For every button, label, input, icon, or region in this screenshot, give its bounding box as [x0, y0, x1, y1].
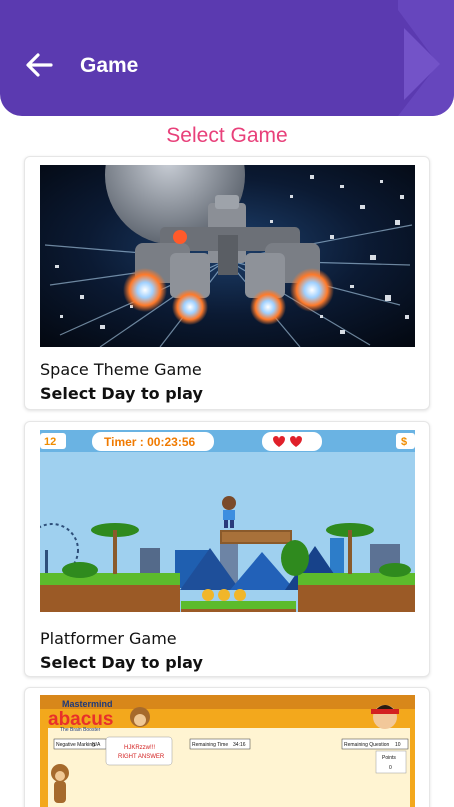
- chevron-decoration-icon: [398, 0, 454, 116]
- game-card-platformer[interactable]: 12 Timer : 00:23:56 $ Platformer Game Se…: [24, 421, 430, 677]
- bubble-line-1: HJKRzzw!!!: [124, 745, 155, 751]
- bubble-line-2: RIGHT ANSWER: [118, 754, 165, 760]
- brand-top-text: Mastermind: [62, 699, 113, 709]
- abacus-game-thumbnail: Mastermind abacus The Brain Booster Nega…: [40, 695, 415, 807]
- remaining-time-label: Remaining Time: [192, 742, 228, 748]
- brand-tag-text: The Brain Booster: [60, 727, 101, 733]
- space-game-thumbnail: [40, 165, 415, 347]
- game-card-space[interactable]: Space Theme Game Select Day to play: [24, 156, 430, 410]
- points-value: 0: [389, 765, 392, 771]
- app-header: Game: [0, 0, 454, 116]
- currency-text: $: [401, 436, 407, 448]
- score-text: 12: [44, 436, 56, 448]
- remaining-question-label: Remaining Question: [344, 742, 390, 748]
- platformer-game-thumbnail: 12 Timer : 00:23:56 $: [40, 430, 415, 612]
- game-subtitle: Select Day to play: [40, 653, 203, 672]
- remaining-time-value: 34:16: [233, 742, 246, 748]
- game-screen: Game Select Game Space Theme Game Select…: [0, 0, 454, 807]
- game-name: Platformer Game: [40, 629, 177, 648]
- arrow-left-icon: [26, 53, 53, 77]
- game-card-abacus[interactable]: Mastermind abacus The Brain Booster Nega…: [24, 687, 430, 807]
- timer-text: Timer : 00:23:56: [104, 435, 195, 449]
- negative-marking-label: Negative Marking: [56, 742, 95, 748]
- remaining-question-value: 10: [395, 742, 401, 748]
- page-title: Game: [80, 54, 139, 77]
- back-button[interactable]: [20, 46, 58, 84]
- negative-marking-value: N/A: [92, 742, 101, 748]
- game-subtitle: Select Day to play: [40, 384, 203, 403]
- game-name: Space Theme Game: [40, 360, 202, 379]
- section-title: Select Game: [166, 124, 288, 147]
- points-label: Points: [382, 755, 396, 761]
